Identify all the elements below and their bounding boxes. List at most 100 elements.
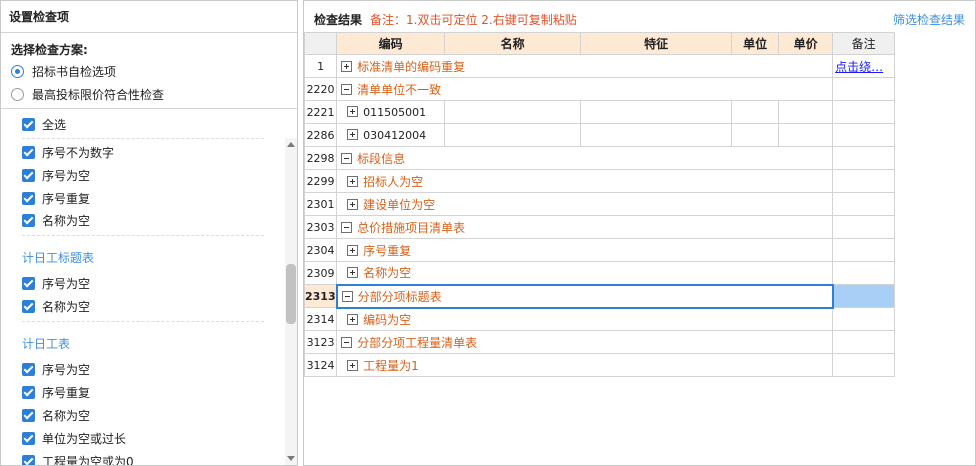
expand-icon[interactable] — [347, 313, 359, 325]
note-cell[interactable] — [832, 238, 896, 262]
expand-icon[interactable] — [347, 198, 359, 210]
note-cell[interactable] — [832, 100, 896, 124]
column-header-name[interactable]: 名称 — [444, 32, 582, 55]
expand-icon[interactable] — [347, 359, 359, 371]
table-row[interactable]: 1 标准清单的编码重复 点击绕… — [303, 54, 896, 78]
scheme-option-tender-self-check[interactable]: 招标书自检选项 — [11, 62, 116, 80]
expand-icon[interactable] — [347, 105, 359, 117]
checkbox-checked-icon[interactable] — [22, 117, 35, 131]
column-header-price[interactable]: 单价 — [778, 32, 834, 55]
note-cell[interactable] — [832, 261, 896, 285]
scroll-up-arrow-icon[interactable] — [287, 142, 295, 147]
checkbox-checked-icon[interactable] — [22, 145, 35, 159]
collapse-icon[interactable] — [341, 290, 353, 302]
group-cell[interactable]: 标准清单的编码重复 — [336, 54, 834, 78]
note-cell[interactable] — [832, 146, 896, 170]
note-cell[interactable] — [832, 169, 896, 193]
note-cell[interactable] — [832, 192, 896, 216]
group-cell[interactable]: 序号重复 — [336, 238, 834, 262]
price-cell[interactable] — [778, 123, 834, 147]
feature-cell[interactable] — [580, 123, 733, 147]
collapse-icon[interactable] — [341, 221, 353, 233]
check-item[interactable]: 名称为空 — [22, 405, 90, 425]
unit-cell[interactable] — [731, 123, 780, 147]
check-item[interactable]: 单位为空或过长 — [22, 428, 126, 448]
check-item[interactable]: 序号重复 — [22, 188, 90, 208]
table-row[interactable]: 2299 招标人为空 — [303, 169, 896, 193]
table-row[interactable]: 2314 编码为空 — [303, 307, 896, 331]
group-cell[interactable]: 分部分项标题表 — [335, 283, 834, 309]
code-cell[interactable]: 011505001 — [336, 100, 446, 124]
column-header-note[interactable]: 备注 — [832, 32, 896, 55]
check-item[interactable]: 序号为空 — [22, 359, 90, 379]
table-row[interactable]: 2313 分部分项标题表 — [303, 283, 896, 309]
expand-icon[interactable] — [341, 60, 353, 72]
select-all-checkbox[interactable]: 全选 — [22, 114, 66, 134]
group-cell[interactable]: 招标人为空 — [336, 169, 834, 193]
collapse-icon[interactable] — [341, 336, 353, 348]
check-item[interactable]: 序号为空 — [22, 273, 90, 293]
note-cell[interactable] — [832, 123, 896, 147]
group-cell[interactable]: 工程量为1 — [336, 353, 834, 377]
grid-body[interactable]: 1 标准清单的编码重复 点击绕… 2220 清单单位不一致 2221 011505001 22… — [303, 54, 896, 377]
group-cell[interactable]: 建设单位为空 — [336, 192, 834, 216]
column-header-feature[interactable]: 特征 — [580, 32, 733, 55]
table-row[interactable]: 2221 011505001 — [303, 100, 896, 124]
check-item[interactable]: 序号为空 — [22, 165, 90, 185]
checkbox-checked-icon[interactable] — [22, 408, 35, 422]
group-cell[interactable]: 清单单位不一致 — [336, 77, 834, 101]
checkbox-checked-icon[interactable] — [22, 299, 35, 313]
radio-selected-icon[interactable] — [11, 64, 24, 78]
check-item[interactable]: 名称为空 — [22, 210, 90, 230]
expand-icon[interactable] — [347, 267, 359, 279]
check-item[interactable]: 序号不为数字 — [22, 142, 114, 162]
note-cell[interactable] — [832, 330, 896, 354]
note-cell[interactable] — [832, 353, 896, 377]
collapse-icon[interactable] — [341, 152, 353, 164]
expand-icon[interactable] — [347, 128, 359, 140]
check-item[interactable]: 序号重复 — [22, 382, 90, 402]
checkbox-checked-icon[interactable] — [22, 431, 35, 445]
column-header-unit[interactable]: 单位 — [731, 32, 780, 55]
group-cell[interactable]: 编码为空 — [336, 307, 834, 331]
table-row[interactable]: 2303 总价措施项目清单表 — [303, 215, 896, 239]
results-grid[interactable]: 编码 名称 特征 单位 单价 备注 1 标准清单的编码重复 点击绕… 2220 清单单位… — [303, 32, 896, 377]
table-row[interactable]: 2304 序号重复 — [303, 238, 896, 262]
note-link[interactable]: 点击绕… — [834, 60, 883, 74]
name-cell[interactable] — [444, 123, 582, 147]
price-cell[interactable] — [778, 100, 834, 124]
table-row[interactable]: 2301 建设单位为空 — [303, 192, 896, 216]
checkbox-checked-icon[interactable] — [22, 454, 35, 465]
note-cell[interactable] — [832, 307, 896, 331]
unit-cell[interactable] — [731, 100, 780, 124]
vertical-scrollbar[interactable] — [285, 138, 297, 465]
checkbox-checked-icon[interactable] — [22, 168, 35, 182]
table-row[interactable]: 3123 分部分项工程量清单表 — [303, 330, 896, 354]
group-cell[interactable]: 名称为空 — [336, 261, 834, 285]
note-cell[interactable]: 点击绕… — [832, 54, 896, 78]
checkbox-checked-icon[interactable] — [22, 213, 35, 227]
expand-icon[interactable] — [347, 175, 359, 187]
checkbox-checked-icon[interactable] — [22, 276, 35, 290]
table-row[interactable]: 2309 名称为空 — [303, 261, 896, 285]
checkbox-checked-icon[interactable] — [22, 191, 35, 205]
scroll-down-arrow-icon[interactable] — [287, 456, 295, 461]
check-item[interactable]: 工程量为空或为0 — [22, 451, 134, 465]
group-cell[interactable]: 标段信息 — [336, 146, 834, 170]
code-cell[interactable]: 030412004 — [336, 123, 446, 147]
table-row[interactable]: 2286 030412004 — [303, 123, 896, 147]
table-row[interactable]: 2298 标段信息 — [303, 146, 896, 170]
name-cell[interactable] — [444, 100, 582, 124]
group-cell[interactable]: 总价措施项目清单表 — [336, 215, 834, 239]
filter-results-link[interactable]: 筛选检查结果 — [893, 11, 965, 28]
scroll-thumb[interactable] — [286, 264, 296, 324]
note-cell[interactable] — [832, 284, 896, 308]
column-header-code[interactable]: 编码 — [336, 32, 446, 55]
note-cell[interactable] — [832, 77, 896, 101]
group-cell[interactable]: 分部分项工程量清单表 — [336, 330, 834, 354]
checkbox-checked-icon[interactable] — [22, 385, 35, 399]
note-cell[interactable] — [832, 215, 896, 239]
table-row[interactable]: 3124 工程量为1 — [303, 353, 896, 377]
expand-icon[interactable] — [347, 244, 359, 256]
table-row[interactable]: 2220 清单单位不一致 — [303, 77, 896, 101]
